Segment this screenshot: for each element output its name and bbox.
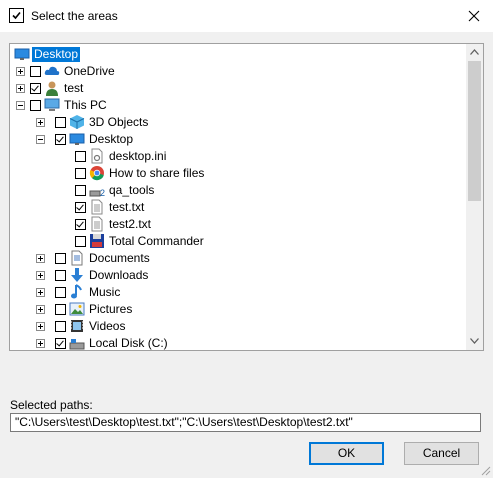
tree-item-checkbox[interactable]	[30, 66, 41, 77]
tree-item-checkbox[interactable]	[55, 253, 66, 264]
vertical-scrollbar[interactable]	[466, 44, 483, 350]
scroll-down-icon[interactable]	[466, 333, 483, 350]
collapse-icon[interactable]	[16, 101, 25, 110]
tree-item-label: test	[64, 81, 84, 95]
tree-item-label: Local Disk (C:)	[89, 336, 168, 350]
tree-item-desktop[interactable]: Desktop	[10, 131, 465, 148]
tree-item-3d-objects[interactable]: 3D Objects	[10, 114, 465, 131]
text-file-icon	[89, 199, 105, 215]
tree-item-desktop-ini[interactable]: desktop.ini	[10, 148, 465, 165]
tree-item-desktop-root[interactable]: Desktop	[10, 46, 465, 63]
tree-item-total-commander[interactable]: Total Commander	[10, 233, 465, 250]
expand-icon[interactable]	[36, 271, 45, 280]
tree-item-qa-tools[interactable]: 2 qa_tools	[10, 182, 465, 199]
tree-item-label: OneDrive	[64, 64, 115, 78]
cancel-button[interactable]: Cancel	[404, 442, 479, 465]
tree-item-checkbox[interactable]	[75, 219, 86, 230]
tree-item-test-user[interactable]: test	[10, 80, 465, 97]
close-button[interactable]	[461, 3, 487, 29]
scrollbar-thumb[interactable]	[468, 61, 481, 201]
tree-item-checkbox[interactable]	[55, 321, 66, 332]
tree-item-pictures[interactable]: Pictures	[10, 301, 465, 318]
tree-item-checkbox[interactable]	[75, 202, 86, 213]
expand-icon[interactable]	[16, 84, 25, 93]
tree-item-label: This PC	[64, 98, 107, 112]
downloads-icon	[69, 267, 85, 283]
tree-item-local-disk[interactable]: Local Disk (C:)	[10, 335, 465, 350]
tree-item-music[interactable]: Music	[10, 284, 465, 301]
music-icon	[69, 284, 85, 300]
tree-item-how-to-share-files[interactable]: How to share files	[10, 165, 465, 182]
expand-icon[interactable]	[36, 322, 45, 331]
settings-file-icon	[89, 148, 105, 164]
tree-item-label: test.txt	[109, 200, 145, 214]
text-file-icon	[89, 216, 105, 232]
cube-icon	[69, 114, 85, 130]
tree-item-checkbox[interactable]	[75, 185, 86, 196]
title-bar: Select the areas	[0, 0, 493, 32]
tree-item-checkbox[interactable]	[55, 304, 66, 315]
tree-item-videos[interactable]: Videos	[10, 318, 465, 335]
tree-item-label: Total Commander	[109, 234, 204, 248]
desktop-icon	[69, 131, 85, 147]
expand-icon[interactable]	[36, 288, 45, 297]
selected-paths-label: Selected paths:	[10, 398, 93, 412]
tree-item-label: desktop.ini	[109, 149, 167, 163]
documents-icon	[69, 250, 85, 266]
tree-item-onedrive[interactable]: OneDrive	[10, 63, 465, 80]
tree-item-checkbox[interactable]	[55, 134, 66, 145]
tree-item-checkbox[interactable]	[55, 338, 66, 349]
tree-item-this-pc[interactable]: This PC	[10, 97, 465, 114]
tree-item-label: Pictures	[89, 302, 133, 316]
tree-item-checkbox[interactable]	[55, 287, 66, 298]
tree-item-label: How to share files	[109, 166, 205, 180]
scroll-up-icon[interactable]	[466, 44, 483, 61]
ok-button[interactable]: OK	[309, 442, 384, 465]
tree-item-label: Documents	[89, 251, 150, 265]
tree-item-checkbox[interactable]	[75, 151, 86, 162]
expand-icon[interactable]	[36, 305, 45, 314]
desktop-icon	[14, 46, 30, 62]
drive-icon: 2	[89, 182, 105, 198]
tree-item-checkbox[interactable]	[55, 117, 66, 128]
disk-icon	[69, 335, 85, 350]
svg-text:2: 2	[100, 188, 105, 198]
close-icon	[468, 10, 480, 22]
tree-item-checkbox[interactable]	[30, 100, 41, 111]
chrome-icon	[89, 165, 105, 181]
checkbox-app-icon	[9, 8, 24, 23]
user-icon	[44, 80, 60, 96]
tree-item-label: test2.txt	[109, 217, 152, 231]
window-title: Select the areas	[31, 9, 118, 23]
videos-icon	[69, 318, 85, 334]
expand-icon[interactable]	[16, 67, 25, 76]
folder-tree[interactable]: Desktop OneDrive test This PC 3D Objects…	[9, 43, 484, 351]
tree-item-checkbox[interactable]	[75, 236, 86, 247]
tree-item-test2-txt[interactable]: test2.txt	[10, 216, 465, 233]
tree-item-label: Music	[89, 285, 121, 299]
computer-icon	[44, 97, 60, 113]
tree-item-checkbox[interactable]	[30, 83, 41, 94]
tree-item-label: 3D Objects	[89, 115, 149, 129]
selected-paths-field[interactable]: "C:\Users\test\Desktop\test.txt";"C:\Use…	[10, 413, 481, 432]
tree-item-label: Desktop	[32, 47, 81, 62]
expand-icon[interactable]	[36, 254, 45, 263]
expand-icon[interactable]	[36, 118, 45, 127]
tree-item-checkbox[interactable]	[75, 168, 86, 179]
tree-item-documents[interactable]: Documents	[10, 250, 465, 267]
tree-item-label: Desktop	[89, 132, 134, 146]
expand-icon[interactable]	[36, 339, 45, 348]
tree-item-label: qa_tools	[109, 183, 155, 197]
tree-item-checkbox[interactable]	[55, 270, 66, 281]
tree-item-downloads[interactable]: Downloads	[10, 267, 465, 284]
tree-item-label: Downloads	[89, 268, 149, 282]
floppy-icon	[89, 233, 105, 249]
collapse-icon[interactable]	[36, 135, 45, 144]
resize-grip-icon[interactable]	[479, 464, 491, 476]
tree-item-label: Videos	[89, 319, 126, 333]
tree-item-test-txt[interactable]: test.txt	[10, 199, 465, 216]
cloud-icon	[44, 63, 60, 79]
pictures-icon	[69, 301, 85, 317]
